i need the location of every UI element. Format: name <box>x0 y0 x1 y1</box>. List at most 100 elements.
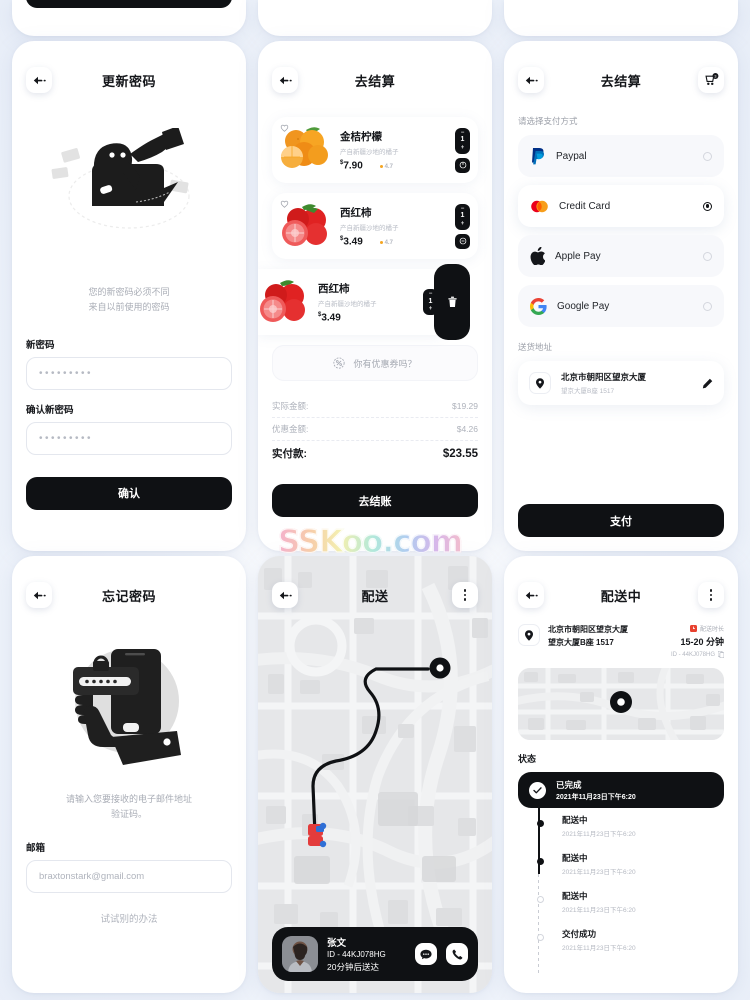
quantity-stepper[interactable]: − 1 + <box>455 203 470 230</box>
decrement-icon[interactable]: − <box>461 130 465 137</box>
chat-button[interactable] <box>415 943 437 965</box>
address-block: 北京市朝阳区望京大厦 望京大厦B座 1517 <box>518 624 663 648</box>
screen-forgot-password: 忘记密码 请输入您要接收的电子邮件地址 验证码。 邮箱 braxtonstark… <box>12 556 246 993</box>
illustration-forgot-password <box>12 636 246 776</box>
cart-item[interactable]: 金桔柠檬 产自新疆沙地的橘子 $7.90 4.7 − 1 + <box>272 117 478 183</box>
trash-icon <box>447 296 457 308</box>
product-desc: 产自新疆沙地的橘子 <box>318 300 377 308</box>
paypal-icon <box>532 148 545 165</box>
payment-method-paypal[interactable]: Paypal <box>518 135 724 177</box>
increment-icon[interactable]: + <box>461 221 465 228</box>
confirm-password-input[interactable]: ••••••••• <box>26 421 232 455</box>
timeline-node-pending <box>537 934 544 941</box>
back-button[interactable] <box>272 67 298 93</box>
pay-button[interactable]: 支付 <box>518 504 724 537</box>
minus-circle-icon <box>459 237 466 245</box>
tomatoes-image <box>282 204 327 246</box>
decrement-icon[interactable]: − <box>461 206 465 213</box>
coupon-label: 你有优惠券吗？ <box>353 358 417 369</box>
radio-google-pay[interactable] <box>703 301 712 311</box>
menu-button[interactable] <box>698 582 724 608</box>
timeline-item[interactable]: 配送中 2021年11月23日下午6:20 <box>518 808 724 846</box>
cart-item[interactable]: 西红柿 产自新疆沙地的橘子 $3.49 4.7 − 1 + <box>272 193 478 259</box>
increment-icon[interactable]: + <box>429 306 433 313</box>
delete-item-button[interactable] <box>434 264 470 340</box>
address-pin-wrap <box>529 372 551 394</box>
back-arrow-icon <box>279 76 292 84</box>
hint-line-1: 您的新密码必须不同 <box>88 287 170 297</box>
radio-credit-card[interactable] <box>703 201 712 211</box>
email-input[interactable]: braxtonstark@gmail.com <box>26 859 232 893</box>
header: 忘记密码 <box>26 572 232 618</box>
quantity-stepper[interactable]: − 1 + <box>455 127 470 154</box>
payment-method-apple-pay[interactable]: Apple Pay <box>518 235 724 277</box>
cart-button[interactable]: 3 <box>698 67 724 93</box>
alternative-method-link[interactable]: 试试别的办法 <box>12 911 246 925</box>
confirm-password-field-block: 确认新密码 ••••••••• <box>26 402 232 455</box>
radio-apple-pay[interactable] <box>703 251 712 261</box>
timeline-time: 2021年11月23日下午6:20 <box>562 945 636 952</box>
cart-item-list: 金桔柠檬 产自新疆沙地的橘子 $7.90 4.7 − 1 + 西红柿 产自新疆沙… <box>258 117 478 340</box>
back-arrow-icon <box>525 76 538 84</box>
driver-name: 张文 <box>327 938 347 949</box>
call-button[interactable] <box>446 943 468 965</box>
copy-icon[interactable] <box>718 651 724 658</box>
back-button[interactable] <box>26 582 52 608</box>
cart-badge-icon: 3 <box>704 73 718 86</box>
timeline-item-active[interactable]: 已完成 2021年11月23日下午6:20 <box>518 772 724 808</box>
screen-delivering-status: 配送中 北京市朝阳区望京大厦 望京大厦B座 1517 配送时长 15-20 分钟… <box>504 556 738 993</box>
checkout-button[interactable]: 去结账 <box>272 484 478 517</box>
timeline-item[interactable]: 配送中 2021年11月23日下午6:20 <box>518 846 724 884</box>
item-action-button[interactable] <box>455 233 470 249</box>
eta-label-row: 配送时长 <box>671 624 724 633</box>
timeline-node-pending <box>537 896 544 903</box>
back-button[interactable] <box>26 67 52 93</box>
new-password-input[interactable]: ••••••••• <box>26 356 232 390</box>
back-button[interactable] <box>518 582 544 608</box>
hint-line-2: 验证码。 <box>110 808 147 819</box>
product-info: 西红柿 产自新疆沙地的橘子 $3.49 <box>312 281 423 323</box>
hand-phone-lock-illustration <box>73 648 181 765</box>
rating-dot-icon <box>379 165 383 169</box>
person-megaphone-illustration <box>51 127 190 229</box>
driver-card[interactable]: 张文 ID - 44KJ078HG 20分钟后送达 <box>272 927 478 981</box>
coupon-row[interactable]: 你有优惠券吗？ <box>272 345 478 381</box>
payment-method-label: Apple Pay <box>555 250 601 262</box>
item-action-button[interactable] <box>455 157 470 173</box>
order-id-row[interactable]: ID - 44KJ078HG <box>671 651 724 658</box>
product-desc: 产自新疆沙地的橘子 <box>340 224 399 232</box>
back-button[interactable] <box>272 582 298 608</box>
radio-paypal[interactable] <box>703 151 712 161</box>
more-vertical-icon <box>463 589 467 601</box>
product-price-row: $3.49 4.7 <box>340 236 455 247</box>
cart-item[interactable]: 西红柿 产自新疆沙地的橘子 $3.49 − 1 + <box>258 264 470 340</box>
quantity-controls: − 1 + <box>455 127 470 173</box>
oranges-image <box>281 127 328 168</box>
timeline-item[interactable]: 交付成功 2021年11月23日下午6:20 <box>518 922 724 960</box>
increment-icon[interactable]: + <box>461 145 465 152</box>
payment-method-label: Paypal <box>556 150 587 162</box>
payment-method-credit-card[interactable]: Credit Card <box>518 185 724 227</box>
mini-map-graphic <box>518 668 724 740</box>
product-desc: 产自新疆沙地的橘子 <box>340 148 399 156</box>
payment-method-label: Google Pay <box>557 300 610 312</box>
quantity-value: 1 <box>460 136 465 144</box>
product-price-row: $7.90 4.7 <box>340 160 455 171</box>
delivery-address-card[interactable]: 北京市朝阳区望京大厦 望京大厦B座 1517 <box>518 361 724 405</box>
decrement-icon[interactable]: − <box>429 291 433 298</box>
product-rating: 4.7 <box>379 164 393 170</box>
menu-button[interactable] <box>452 582 478 608</box>
mini-map[interactable] <box>518 668 724 740</box>
back-arrow-icon <box>33 591 46 599</box>
page-title: 配送中 <box>600 588 642 604</box>
pencil-icon[interactable] <box>702 378 713 389</box>
confirm-button[interactable]: 确认 <box>26 476 232 510</box>
page-title: 配送 <box>361 588 389 604</box>
more-vertical-icon <box>709 589 713 601</box>
product-info: 西红柿 产自新疆沙地的橘子 $3.49 4.7 <box>334 205 455 247</box>
timeline-text: 配送中 2021年11月23日下午6:20 <box>518 808 636 846</box>
timeline-item[interactable]: 配送中 2021年11月23日下午6:20 <box>518 884 724 922</box>
back-button[interactable] <box>518 67 544 93</box>
new-password-label: 新密码 <box>26 339 55 351</box>
payment-method-google-pay[interactable]: Google Pay <box>518 285 724 327</box>
